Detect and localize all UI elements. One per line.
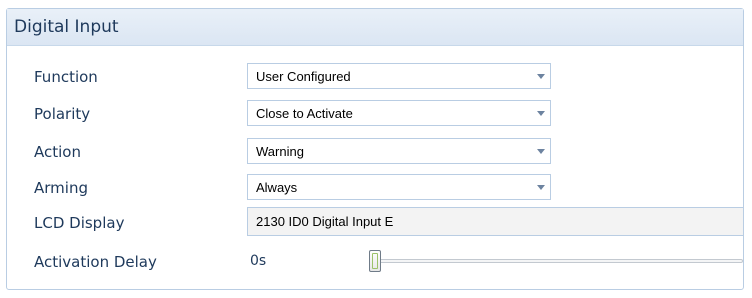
function-row: Function User Configured: [7, 63, 743, 91]
polarity-select-value: Close to Activate: [256, 106, 353, 121]
lcd-display-input-value: 2130 ID0 Digital Input E: [256, 214, 394, 229]
chevron-down-icon: [537, 149, 545, 154]
arming-select-value: Always: [256, 180, 298, 195]
activation-delay-slider-track[interactable]: [377, 259, 743, 263]
lcd-display-input[interactable]: 2130 ID0 Digital Input E: [247, 207, 744, 236]
chevron-down-icon: [537, 185, 545, 190]
arming-row: Arming Always: [7, 174, 743, 202]
activation-delay-value: 0s: [250, 253, 267, 269]
activation-delay-row: Activation Delay 0s: [7, 248, 743, 276]
polarity-row: Polarity Close to Activate: [7, 100, 743, 128]
digital-input-panel: Digital Input Function User Configured P…: [6, 8, 744, 290]
polarity-select[interactable]: Close to Activate: [247, 100, 551, 126]
activation-delay-label: Activation Delay: [34, 253, 157, 271]
function-label: Function: [34, 68, 98, 86]
panel-header: Digital Input: [7, 9, 743, 46]
action-row: Action Warning: [7, 138, 743, 166]
lcd-display-row: LCD Display 2130 ID0 Digital Input E: [7, 207, 744, 236]
panel-title: Digital Input: [14, 17, 119, 37]
activation-delay-slider-thumb[interactable]: [369, 250, 381, 272]
arming-select[interactable]: Always: [247, 174, 551, 200]
action-select[interactable]: Warning: [247, 138, 551, 164]
arming-label: Arming: [34, 179, 88, 197]
function-select[interactable]: User Configured: [247, 63, 551, 89]
chevron-down-icon: [537, 74, 545, 79]
slider-thumb-grip: [372, 253, 378, 269]
action-select-value: Warning: [256, 144, 304, 159]
lcd-display-label: LCD Display: [34, 214, 125, 232]
function-select-value: User Configured: [256, 69, 351, 84]
polarity-label: Polarity: [34, 105, 91, 123]
action-label: Action: [34, 143, 81, 161]
chevron-down-icon: [537, 111, 545, 116]
